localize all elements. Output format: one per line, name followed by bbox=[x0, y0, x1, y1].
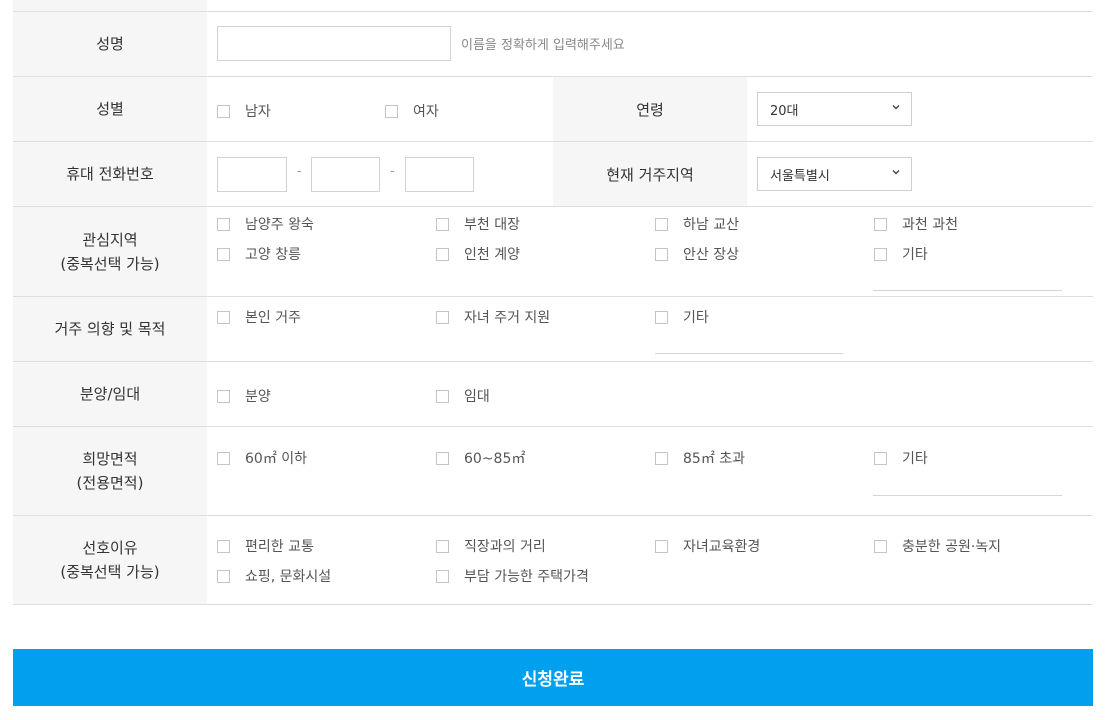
area-option[interactable]: 60~85㎡ bbox=[436, 448, 525, 468]
residence-select[interactable]: 서울특별시 bbox=[757, 157, 912, 191]
checkbox[interactable] bbox=[655, 217, 668, 231]
region-option[interactable]: 부천 대장 bbox=[436, 214, 520, 234]
reason-label: 선호이유 (중복선택 가능) bbox=[13, 516, 207, 604]
phone-part-3-input[interactable] bbox=[405, 157, 474, 192]
checkbox[interactable] bbox=[217, 389, 230, 403]
sale-type-option[interactable]: 임대 bbox=[436, 386, 490, 406]
reason-option[interactable]: 직장과의 거리 bbox=[436, 536, 546, 556]
checkbox[interactable] bbox=[874, 247, 887, 261]
region-other-input[interactable] bbox=[873, 290, 1062, 291]
phone-part-2-input[interactable] bbox=[311, 157, 380, 192]
checkbox[interactable] bbox=[655, 539, 668, 553]
checkbox[interactable] bbox=[436, 310, 449, 324]
phone-residence-row: 휴대 전화번호 - - 현재 거주지역 서울특별시 bbox=[13, 142, 1093, 207]
reason-option[interactable]: 자녀교육환경 bbox=[655, 536, 760, 556]
sale-type-option[interactable]: 분양 bbox=[217, 386, 271, 406]
checkbox[interactable] bbox=[217, 247, 230, 261]
region-option[interactable]: 인천 계양 bbox=[436, 244, 520, 264]
area-option-other[interactable]: 기타 bbox=[874, 448, 928, 468]
phone-label: 휴대 전화번호 bbox=[13, 142, 207, 206]
checkbox[interactable] bbox=[217, 310, 230, 324]
intent-other-input[interactable] bbox=[655, 353, 843, 354]
phone-part-1-input[interactable] bbox=[217, 157, 287, 192]
phone-separator: - bbox=[297, 164, 302, 179]
checkbox[interactable] bbox=[655, 247, 668, 261]
region-option[interactable]: 과천 과천 bbox=[874, 214, 958, 234]
submit-button[interactable]: 신청완료 bbox=[13, 649, 1093, 706]
region-option[interactable]: 남양주 왕숙 bbox=[217, 214, 314, 234]
area-row: 희망면적 (전용면적) 60㎡ 이하 60~85㎡ 85㎡ 초과 기타 bbox=[13, 427, 1093, 516]
checkbox[interactable] bbox=[874, 217, 887, 231]
reason-option[interactable]: 부담 가능한 주택가격 bbox=[436, 566, 589, 586]
intent-label: 거주 의향 및 목적 bbox=[13, 297, 207, 361]
checkbox[interactable] bbox=[655, 451, 668, 465]
checkbox[interactable] bbox=[436, 247, 449, 261]
region-option[interactable]: 하남 교산 bbox=[655, 214, 739, 234]
checkbox[interactable] bbox=[217, 217, 230, 231]
name-label: 성명 bbox=[13, 12, 207, 76]
name-row: 성명 이름을 정확하게 입력해주세요 bbox=[13, 12, 1093, 77]
area-other-input[interactable] bbox=[873, 495, 1062, 496]
region-option[interactable]: 안산 장상 bbox=[655, 244, 739, 264]
reason-option[interactable]: 충분한 공원·녹지 bbox=[874, 536, 1001, 556]
checkbox[interactable] bbox=[436, 451, 449, 465]
gender-label: 성별 bbox=[13, 77, 207, 141]
checkbox[interactable] bbox=[385, 104, 398, 118]
area-option[interactable]: 60㎡ 이하 bbox=[217, 448, 307, 468]
gender-option-male[interactable]: 남자 bbox=[217, 101, 271, 121]
checkbox[interactable] bbox=[436, 217, 449, 231]
reason-option[interactable]: 편리한 교통 bbox=[217, 536, 314, 556]
chevron-down-icon bbox=[891, 167, 901, 180]
checkbox[interactable] bbox=[436, 539, 449, 553]
checkbox[interactable] bbox=[655, 310, 668, 324]
name-hint: 이름을 정확하게 입력해주세요 bbox=[461, 38, 625, 53]
gender-age-row: 성별 남자 여자 연령 20대 bbox=[13, 77, 1093, 142]
checkbox[interactable] bbox=[217, 539, 230, 553]
age-select[interactable]: 20대 bbox=[757, 92, 912, 126]
checkbox[interactable] bbox=[217, 451, 230, 465]
checkbox[interactable] bbox=[217, 569, 230, 583]
sale-type-label: 분양/임대 bbox=[13, 362, 207, 426]
checkbox[interactable] bbox=[217, 104, 230, 118]
area-option[interactable]: 85㎡ 초과 bbox=[655, 448, 745, 468]
intent-option[interactable]: 본인 거주 bbox=[217, 307, 301, 327]
previous-row-label-cell bbox=[13, 0, 207, 11]
intent-option-other[interactable]: 기타 bbox=[655, 307, 709, 327]
interest-region-label: 관심지역 (중복선택 가능) bbox=[13, 207, 207, 296]
checkbox[interactable] bbox=[874, 451, 887, 465]
phone-separator: - bbox=[390, 164, 395, 179]
reason-option[interactable]: 쇼핑, 문화시설 bbox=[217, 566, 331, 586]
chevron-down-icon bbox=[891, 102, 901, 115]
checkbox[interactable] bbox=[874, 539, 887, 553]
intent-option[interactable]: 자녀 주거 지원 bbox=[436, 307, 550, 327]
intent-row: 거주 의향 및 목적 본인 거주 자녀 주거 지원 기타 bbox=[13, 297, 1093, 362]
region-option[interactable]: 고양 창릉 bbox=[217, 244, 301, 264]
previous-row bbox=[13, 0, 1093, 12]
name-input[interactable] bbox=[217, 26, 451, 61]
region-option-other[interactable]: 기타 bbox=[874, 244, 928, 264]
gender-option-female[interactable]: 여자 bbox=[385, 101, 439, 121]
residence-label: 현재 거주지역 bbox=[553, 142, 747, 206]
checkbox[interactable] bbox=[436, 569, 449, 583]
checkbox[interactable] bbox=[436, 389, 449, 403]
area-label: 희망면적 (전용면적) bbox=[13, 427, 207, 515]
age-label: 연령 bbox=[553, 77, 747, 141]
application-form: 성명 이름을 정확하게 입력해주세요 성별 남자 여자 연령 20대 휴대 전화… bbox=[13, 0, 1093, 605]
interest-region-row: 관심지역 (중복선택 가능) 남양주 왕숙 부천 대장 하남 교산 과천 과천 고… bbox=[13, 207, 1093, 297]
sale-type-row: 분양/임대 분양 임대 bbox=[13, 362, 1093, 427]
reason-row: 선호이유 (중복선택 가능) 편리한 교통 직장과의 거리 자녀교육환경 충분한 … bbox=[13, 516, 1093, 605]
